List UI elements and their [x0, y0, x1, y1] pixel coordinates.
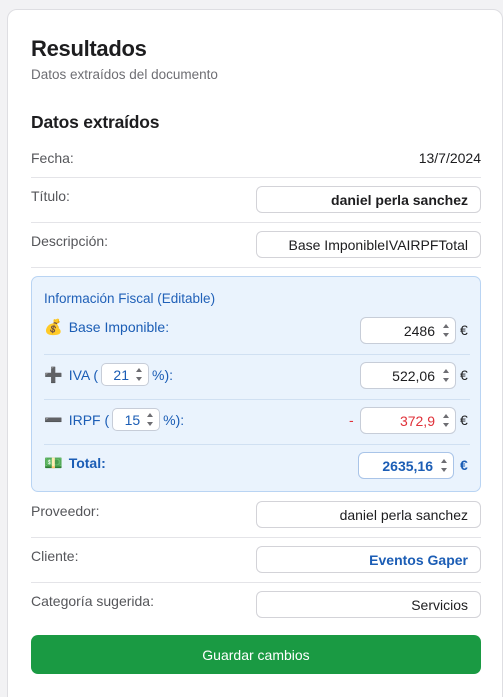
irpf-label-suffix: %):: [163, 412, 185, 428]
divider: [31, 177, 481, 178]
divider: [44, 444, 470, 445]
minus-icon: ➖: [44, 411, 63, 429]
currency-symbol: €: [460, 457, 468, 473]
irpf-negative-sign: -: [349, 412, 354, 428]
page-subtitle: Datos extraídos del documento: [31, 67, 218, 82]
descripcion-label: Descripción:: [31, 233, 109, 249]
iva-rate-value: 21: [113, 366, 129, 383]
stepper-arrows-icon[interactable]: [439, 459, 448, 472]
divider: [31, 267, 481, 268]
currency-symbol: €: [460, 367, 468, 383]
money-bag-icon: 💰: [44, 318, 63, 336]
section-title: Datos extraídos: [31, 112, 160, 132]
irpf-amount-input[interactable]: 372,9: [360, 407, 456, 434]
iva-rate-input[interactable]: 21: [101, 363, 149, 386]
cliente-field[interactable]: Eventos Gaper: [256, 546, 481, 573]
currency-symbol: €: [460, 412, 468, 428]
divider: [31, 537, 481, 538]
total-text: Total:: [68, 455, 106, 471]
descripcion-field[interactable]: Base ImponibleIVAIRPFTotal: [256, 231, 481, 258]
divider: [44, 354, 470, 355]
results-card: Resultados Datos extraídos del documento…: [7, 9, 503, 697]
stepper-arrows-icon[interactable]: [441, 324, 450, 337]
iva-amount-input[interactable]: 522,06: [360, 362, 456, 389]
total-amount-value: 2635,16: [382, 457, 433, 474]
iva-label-prefix: IVA (: [68, 367, 98, 383]
currency-symbol: €: [460, 322, 468, 338]
iva-label-suffix: %):: [152, 367, 173, 383]
banknote-icon: 💵: [44, 454, 63, 472]
base-imponible-text: Base Imponible:: [68, 319, 170, 335]
fecha-label: Fecha:: [31, 150, 74, 166]
irpf-label-prefix: IRPF (: [68, 412, 110, 428]
proveedor-field[interactable]: daniel perla sanchez: [256, 501, 481, 528]
titulo-label: Título:: [31, 188, 70, 204]
categoria-label: Categoría sugerida:: [31, 593, 154, 609]
stepper-arrows-icon[interactable]: [441, 414, 450, 427]
save-button[interactable]: Guardar cambios: [31, 635, 481, 674]
cliente-label: Cliente:: [31, 548, 79, 564]
iva-label: ➕ IVA ( 21 %):: [44, 363, 173, 386]
page-title: Resultados: [31, 36, 147, 61]
fecha-value: 13/7/2024: [418, 150, 481, 166]
iva-amount-value: 522,06: [392, 367, 435, 384]
categoria-field[interactable]: Servicios: [256, 591, 481, 618]
stepper-arrows-icon[interactable]: [145, 413, 154, 426]
irpf-label: ➖ IRPF ( 15 %):: [44, 408, 185, 431]
divider: [31, 582, 481, 583]
divider: [31, 222, 481, 223]
base-imponible-label: 💰 Base Imponible:: [44, 319, 169, 335]
base-imponible-input[interactable]: 2486: [360, 317, 456, 344]
fiscal-info-panel: Información Fiscal (Editable) 💰 Base Imp…: [31, 276, 481, 492]
divider: [44, 399, 470, 400]
irpf-rate-input[interactable]: 15: [112, 408, 161, 431]
irpf-amount-value: 372,9: [399, 412, 435, 429]
base-imponible-value: 2486: [403, 322, 435, 339]
irpf-rate-value: 15: [124, 411, 141, 428]
stepper-arrows-icon[interactable]: [134, 368, 143, 381]
fiscal-info-title: Información Fiscal (Editable): [44, 291, 216, 306]
plus-icon: ➕: [44, 366, 63, 384]
proveedor-label: Proveedor:: [31, 503, 100, 519]
total-label: 💵 Total:: [44, 455, 106, 471]
titulo-field[interactable]: daniel perla sanchez: [256, 186, 481, 213]
stepper-arrows-icon[interactable]: [441, 369, 450, 382]
total-amount-input[interactable]: 2635,16: [358, 452, 454, 479]
